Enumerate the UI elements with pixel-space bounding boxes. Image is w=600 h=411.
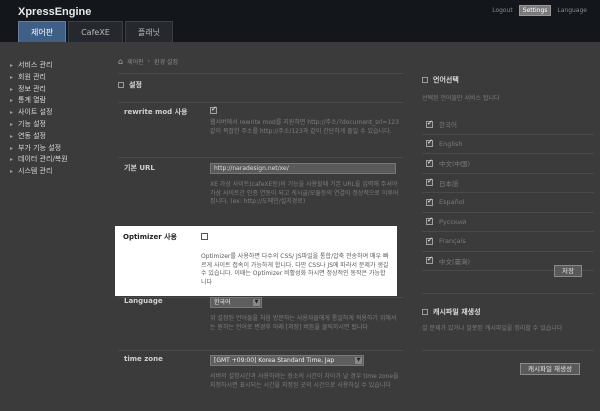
language-checkbox[interactable]	[426, 158, 433, 167]
right-panel: 언어선택 선택된 언어들만 서비스 됩니다 한국어 English 中文(中国)…	[412, 45, 600, 411]
tab-planet[interactable]: 플래닛	[124, 21, 173, 42]
language-checkbox[interactable]	[426, 236, 433, 245]
divider	[118, 157, 403, 158]
regenerate-cache-button[interactable]: 캐시파일 재생성	[520, 363, 580, 375]
language-select[interactable]: 한국어 ▼	[210, 297, 262, 308]
list-item: Русский	[422, 213, 594, 232]
language-checkbox[interactable]	[426, 119, 433, 128]
language-selection-desc: 선택된 언어들만 서비스 됩니다	[422, 95, 500, 102]
sidebar-item-service[interactable]: 서비스 관리	[10, 60, 105, 72]
breadcrumb-item-settings: 환경 설정	[154, 59, 179, 66]
optimizer-desc: Optimizer를 사용하면 다수의 CSS/ JS파일을 통합/압축 전송하…	[201, 253, 389, 286]
tab-cafexe[interactable]: CafeXE	[68, 21, 123, 42]
square-icon	[422, 77, 428, 83]
divider	[118, 102, 403, 103]
sidebar-item-stats[interactable]: 통계 열람	[10, 95, 105, 107]
list-item: Español	[422, 193, 594, 213]
sidebar-item-site-settings[interactable]: 사이트 설정	[10, 107, 105, 119]
tab-control-panel[interactable]: 제어판	[18, 21, 67, 42]
timezone-label: time zone	[124, 355, 163, 363]
brand-logo[interactable]: XpressEngine	[18, 6, 91, 18]
rewrite-label: rewrite mod 사용	[124, 108, 188, 116]
square-icon	[118, 82, 124, 88]
logout-link[interactable]: Logout	[489, 6, 516, 15]
default-url-desc: XE 가상 사이트(cafeXE등)의 기능을 사용할때 기본 URL을 입력해…	[210, 181, 399, 205]
list-item: 中文(中国)	[422, 154, 594, 174]
breadcrumb: ⌂ 제어판 › 환경 설정	[118, 57, 178, 66]
list-item: 日本語	[422, 174, 594, 193]
rewrite-checkbox[interactable]	[210, 105, 217, 114]
default-url-label: 기본 URL	[124, 164, 155, 172]
sidebar-item-integration[interactable]: 연동 설정	[10, 131, 105, 143]
divider	[118, 73, 403, 74]
language-checkbox[interactable]	[426, 197, 433, 206]
sidebar-item-member[interactable]: 회원 관리	[10, 72, 105, 84]
language-link[interactable]: Language	[554, 6, 590, 15]
language-label: Language	[124, 297, 163, 305]
optimizer-checkbox[interactable]	[201, 233, 208, 240]
sidebar-item-feature-settings[interactable]: 기능 설정	[10, 119, 105, 131]
top-header: XpressEngine Logout Settings Language 제어…	[0, 0, 600, 42]
timezone-desc: 서버의 설정시간과 사용하려는 장소의 시간이 차이가 날 경우 time zo…	[210, 373, 399, 389]
language-list: 한국어 English 中文(中国) 日本語 Español Русский F…	[422, 115, 594, 271]
cache-desc: 설 문제가 있거나 잘못된 캐시파일을 정리할 수 있습니다	[422, 325, 563, 332]
home-icon[interactable]: ⌂	[118, 57, 123, 66]
save-button[interactable]: 저장	[554, 265, 582, 277]
divider	[118, 350, 403, 351]
main-tabs: 제어판 CafeXE 플래닛	[18, 21, 173, 42]
breadcrumb-separator: ›	[147, 58, 151, 65]
language-checkbox[interactable]	[426, 177, 433, 187]
sidebar-item-data-backup[interactable]: 데이터 관리/복원	[10, 154, 105, 166]
sidebar-nav: 서비스 관리 회원 관리 정보 관리 통계 열람 사이트 설정 기능 설정 연동…	[10, 60, 105, 178]
language-selection-title: 언어선택	[422, 75, 459, 85]
list-item: 한국어	[422, 115, 594, 135]
cache-title: 캐시파일 재생성	[422, 307, 481, 317]
divider	[422, 293, 594, 294]
breadcrumb-item-control-panel[interactable]: 제어판	[127, 57, 144, 66]
top-links: Logout Settings Language	[489, 5, 590, 16]
chevron-down-icon: ▼	[355, 357, 362, 364]
settings-link[interactable]: Settings	[518, 5, 552, 16]
sidebar-item-info[interactable]: 정보 관리	[10, 84, 105, 96]
sidebar-item-system[interactable]: 시스템 관리	[10, 166, 105, 178]
square-icon	[422, 309, 428, 315]
sidebar-item-addons[interactable]: 부가 기능 설정	[10, 143, 105, 155]
language-desc: 위 설정된 언어들을 처음 방문하는 사용자들에게 통일하게 적용하기 위해서는…	[210, 315, 397, 331]
optimizer-label: Optimizer 사용	[123, 233, 177, 241]
section-title: 설정	[118, 80, 142, 90]
language-checkbox[interactable]	[426, 216, 433, 226]
optimizer-highlight: Optimizer 사용 Optimizer를 사용하면 다수의 CSS/ JS…	[115, 226, 397, 296]
list-item: English	[422, 135, 594, 154]
list-item: Français	[422, 232, 594, 252]
language-checkbox[interactable]	[426, 255, 433, 265]
chevron-down-icon: ▼	[253, 299, 260, 306]
timezone-select[interactable]: [GMT +09:00] Korea Standard Time, Jap ▼	[210, 355, 364, 366]
rewrite-desc: 웹서버에서 rewrite mod를 지원하면 http://주소/?docum…	[210, 119, 399, 135]
default-url-input[interactable]: http://naradesign.net/xe/	[210, 163, 396, 174]
divider	[422, 350, 594, 351]
language-checkbox[interactable]	[426, 138, 433, 148]
